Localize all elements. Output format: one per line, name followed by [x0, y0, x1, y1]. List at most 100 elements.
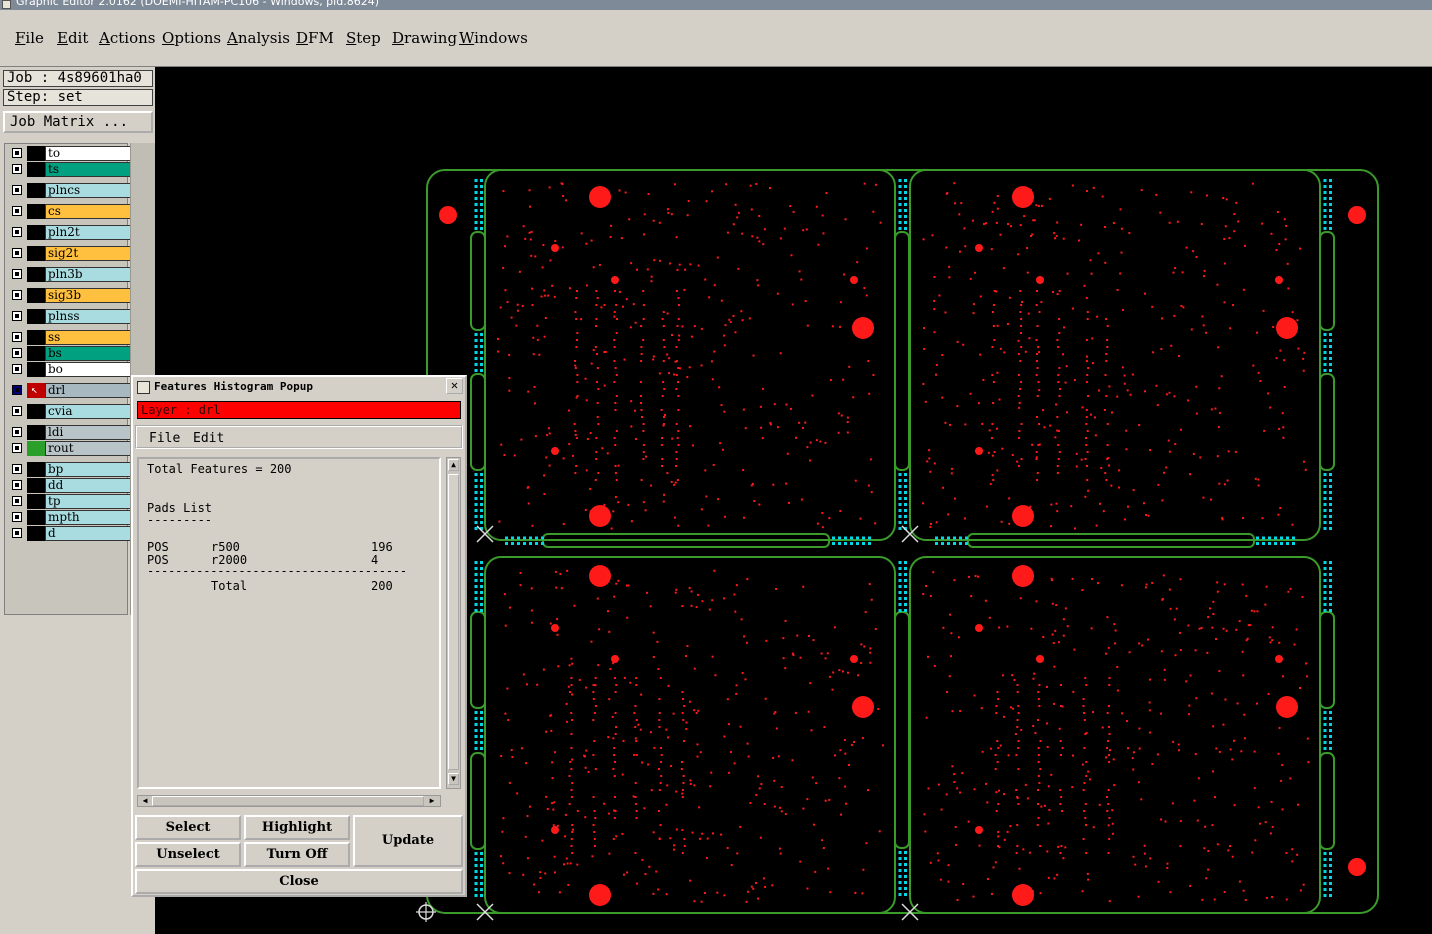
layer-checkbox[interactable]	[12, 148, 22, 158]
menu-step[interactable]: Step	[346, 29, 381, 47]
row-type: POS	[147, 540, 169, 554]
layer-state-indicator[interactable]	[27, 346, 45, 361]
via-hole	[611, 276, 619, 284]
layer-state-indicator[interactable]	[27, 267, 45, 282]
layer-state-indicator[interactable]	[27, 225, 45, 240]
layer-checkbox[interactable]	[12, 269, 22, 279]
layer-name[interactable]: rout	[45, 441, 133, 456]
layer-state-indicator[interactable]	[27, 526, 45, 541]
layer-state-indicator[interactable]	[27, 162, 45, 177]
layer-checkbox[interactable]	[12, 364, 22, 374]
scroll-right-arrow-icon[interactable]: ▶	[426, 796, 438, 806]
layer-state-indicator[interactable]	[27, 510, 45, 525]
job-matrix-button[interactable]: Job Matrix ...	[3, 111, 153, 133]
menu-drawing[interactable]: Drawing	[392, 29, 457, 47]
layer-name[interactable]: ts	[45, 162, 133, 177]
layer-checkbox[interactable]	[12, 227, 22, 237]
layer-state-indicator[interactable]	[27, 478, 45, 493]
layer-checkbox[interactable]	[12, 406, 22, 416]
menu-dfm[interactable]: DFM	[296, 29, 334, 47]
layer-state-indicator[interactable]	[27, 146, 45, 161]
layer-list: to ts plncs cs pln2t sig2t pln3b sig3b plnss ss bs…	[4, 143, 133, 615]
layer-checkbox[interactable]	[12, 311, 22, 321]
layer-state-indicator[interactable]	[27, 425, 45, 440]
via-hole	[611, 655, 619, 663]
layer-checkbox[interactable]	[12, 206, 22, 216]
layer-state-indicator[interactable]	[27, 404, 45, 419]
layer-checkbox[interactable]	[12, 164, 22, 174]
layer-name[interactable]: plnss	[45, 309, 133, 324]
layer-name[interactable]: ss	[45, 330, 133, 345]
menu-file[interactable]: File	[15, 29, 44, 47]
scroll-down-arrow-icon[interactable]: ▼	[448, 773, 459, 785]
layer-name[interactable]: sig3b	[45, 288, 133, 303]
scroll-up-arrow-icon[interactable]: ▲	[448, 459, 459, 471]
popup-menu-edit[interactable]: Edit	[193, 431, 224, 446]
layer-name[interactable]: cvia	[45, 404, 133, 419]
layer-name[interactable]: sig2t	[45, 246, 133, 261]
menu-edit[interactable]: Edit	[57, 29, 88, 47]
popup-close-icon[interactable]: ✕	[446, 378, 463, 394]
layer-state-indicator[interactable]	[27, 441, 45, 456]
popup-menu-file[interactable]: File	[149, 431, 180, 446]
menu-windows[interactable]: Windows	[459, 29, 528, 47]
layer-checkbox[interactable]	[12, 512, 22, 522]
layer-checkbox[interactable]	[12, 348, 22, 358]
update-button[interactable]: Update	[353, 815, 463, 867]
layer-name[interactable]: tp	[45, 494, 133, 509]
tooling-hole	[589, 186, 611, 208]
layer-checkbox[interactable]	[12, 332, 22, 342]
layer-state-indicator[interactable]	[27, 246, 45, 261]
hscroll-thumb[interactable]	[152, 796, 424, 806]
layer-state-indicator[interactable]	[27, 204, 45, 219]
layer-state-indicator[interactable]	[27, 309, 45, 324]
layer-name[interactable]: dd	[45, 478, 133, 493]
layer-checkbox[interactable]	[12, 385, 22, 395]
layer-checkbox[interactable]	[12, 443, 22, 453]
menu-analysis[interactable]: Analysis	[227, 29, 290, 47]
scroll-thumb[interactable]	[448, 474, 459, 770]
histogram-text-area[interactable]: Total Features = 200 Pads List ---------…	[137, 457, 441, 789]
layer-checkbox[interactable]	[12, 480, 22, 490]
layer-checkbox[interactable]	[12, 427, 22, 437]
layer-name[interactable]: bo	[45, 362, 133, 377]
popup-titlebar[interactable]: Features Histogram Popup	[135, 379, 463, 396]
layer-state-indicator[interactable]	[27, 288, 45, 303]
layer-checkbox[interactable]	[12, 464, 22, 474]
layer-state-indicator[interactable]	[27, 183, 45, 198]
layer-name[interactable]: pln2t	[45, 225, 133, 240]
layer-state-indicator[interactable]	[27, 462, 45, 477]
highlight-button[interactable]: Highlight	[244, 815, 350, 840]
close-button[interactable]: Close	[135, 869, 463, 894]
select-button[interactable]: Select	[135, 815, 241, 840]
menu-actions[interactable]: Actions	[99, 29, 155, 47]
layer-name[interactable]: bs	[45, 346, 133, 361]
unselect-button[interactable]: Unselect	[135, 842, 241, 867]
layer-state-indicator[interactable]	[27, 362, 45, 377]
scroll-left-arrow-icon[interactable]: ◀	[139, 796, 151, 806]
layer-name[interactable]: ldi	[45, 425, 133, 440]
layer-checkbox[interactable]	[12, 496, 22, 506]
layer-checkbox[interactable]	[12, 248, 22, 258]
layer-name[interactable]: cs	[45, 204, 133, 219]
turn-off-button[interactable]: Turn Off	[244, 842, 350, 867]
histogram-vertical-scrollbar[interactable]: ▲ ▼	[446, 457, 461, 789]
layer-state-indicator[interactable]	[27, 494, 45, 509]
layer-checkbox[interactable]	[12, 290, 22, 300]
fiducial-hole	[439, 206, 457, 224]
layer-name[interactable]: mpth	[45, 510, 133, 525]
menu-options[interactable]: Options	[162, 29, 221, 47]
histogram-horizontal-scrollbar[interactable]: ◀ ▶	[137, 795, 441, 807]
layer-name[interactable]: drl	[45, 383, 133, 398]
layer-checkbox[interactable]	[12, 528, 22, 538]
layer-name[interactable]: plncs	[45, 183, 133, 198]
layer-state-indicator[interactable]	[27, 330, 45, 345]
via-hole	[850, 655, 858, 663]
layer-state-indicator[interactable]: ↖	[27, 383, 45, 398]
layer-name[interactable]: bp	[45, 462, 133, 477]
layer-name[interactable]: d	[45, 526, 133, 541]
layer-name[interactable]: pln3b	[45, 267, 133, 282]
via-hole	[850, 276, 858, 284]
layer-name[interactable]: to	[45, 146, 133, 161]
layer-checkbox[interactable]	[12, 185, 22, 195]
